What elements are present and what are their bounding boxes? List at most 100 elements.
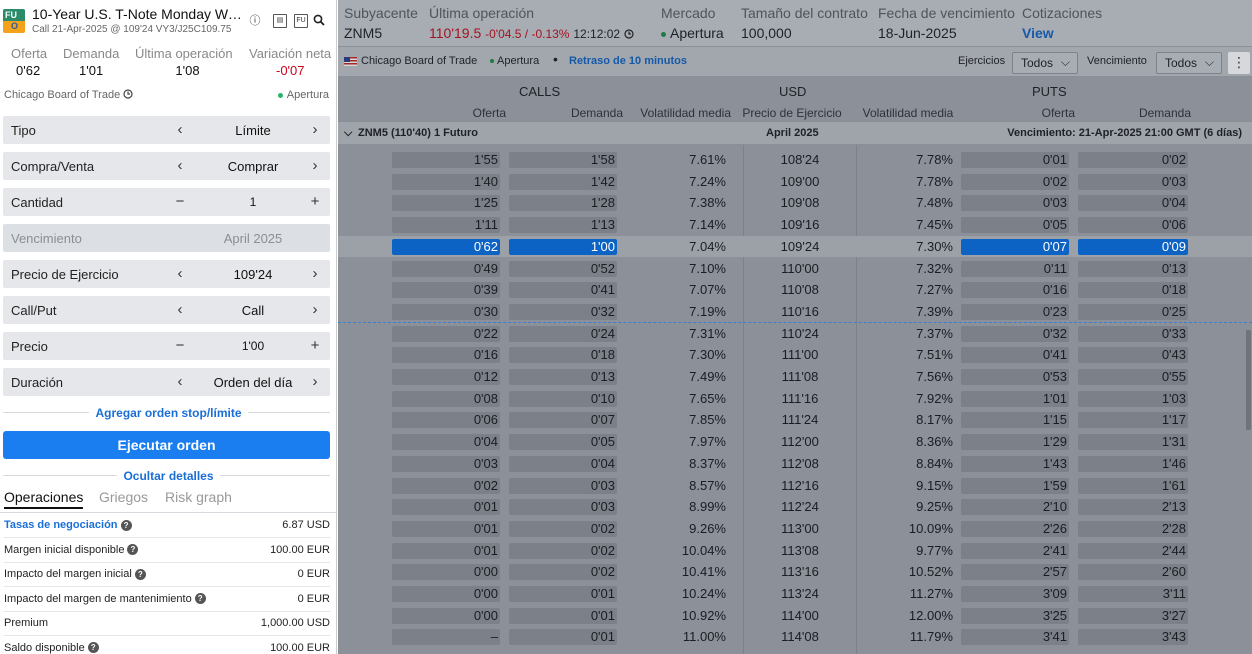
call-bid-cell[interactable]: 0'02 [392, 477, 500, 494]
put-ask-cell[interactable]: 0'55 [1078, 369, 1188, 385]
table-row[interactable]: 0'00 0'02 10.41% 113'16 10.52% 2'57 2'60 [338, 561, 1252, 583]
tab-operaciones[interactable]: Operaciones [4, 489, 84, 509]
plus-icon[interactable]: + [308, 337, 322, 354]
put-bid-cell[interactable]: 0'41 [961, 347, 1069, 364]
call-bid-cell[interactable]: 1'55 [392, 152, 500, 168]
put-ask-cell[interactable]: 0'03 [1078, 173, 1188, 190]
col-puts-bid[interactable]: Oferta [998, 106, 1075, 120]
chevron-left-icon[interactable]: ‹ [173, 121, 187, 138]
call-bid-cell[interactable]: 0'00 [392, 586, 500, 602]
put-ask-cell[interactable]: 2'60 [1078, 564, 1188, 581]
put-ask-cell[interactable]: 0'25 [1078, 303, 1188, 320]
call-bid-cell[interactable]: 0'30 [392, 303, 500, 320]
call-bid-cell[interactable]: 0'22 [392, 325, 500, 342]
put-ask-cell[interactable]: 0'02 [1078, 152, 1188, 168]
price-stepper[interactable]: Precio − 1'00 + [3, 332, 330, 360]
info-icon[interactable]: ⓘ [248, 14, 262, 28]
call-ask-cell[interactable]: 0'10 [509, 390, 617, 407]
call-bid-cell[interactable]: 0'62 [392, 238, 500, 255]
call-ask-cell[interactable]: 1'42 [509, 173, 617, 190]
put-bid-cell[interactable]: 0'05 [961, 217, 1069, 234]
quantity-stepper[interactable]: Cantidad − 1 + [3, 188, 330, 216]
table-row[interactable]: 1'55 1'58 7.61% 108'24 7.78% 0'01 0'02 [338, 149, 1252, 171]
call-ask-cell[interactable]: 1'00 [509, 238, 617, 255]
put-bid-cell[interactable]: 3'09 [961, 586, 1069, 602]
call-ask-cell[interactable]: 0'03 [509, 499, 617, 516]
call-ask-cell[interactable]: 0'04 [509, 455, 617, 472]
table-row[interactable]: 0'39 0'41 7.07% 110'08 7.27% 0'16 0'18 [338, 279, 1252, 301]
call-ask-cell[interactable]: 0'03 [509, 477, 617, 494]
help-icon[interactable]: ? [134, 568, 146, 580]
strike-row[interactable]: Precio de Ejercicio ‹ 109'24 › [3, 260, 330, 288]
put-bid-cell[interactable]: 0'02 [961, 173, 1069, 190]
put-bid-cell[interactable]: 1'43 [961, 455, 1069, 472]
chevron-left-icon[interactable]: ‹ [173, 301, 187, 318]
call-ask-cell[interactable]: 0'02 [509, 520, 617, 537]
chevron-down-icon[interactable]: ⌵ [344, 127, 352, 140]
put-bid-cell[interactable]: 0'11 [961, 260, 1069, 277]
call-put-row[interactable]: Call/Put ‹ Call › [3, 296, 330, 324]
duration-row[interactable]: Duración ‹ Orden del día › [3, 368, 330, 396]
minus-icon[interactable]: − [173, 193, 187, 210]
put-bid-cell[interactable]: 1'59 [961, 477, 1069, 494]
table-row[interactable]: 0'00 0'01 10.92% 114'00 12.00% 3'25 3'27 [338, 605, 1252, 627]
put-bid-cell[interactable]: 2'26 [961, 520, 1069, 537]
put-ask-cell[interactable]: 0'06 [1078, 217, 1188, 234]
col-calls-bid[interactable]: Oferta [428, 106, 506, 120]
put-ask-cell[interactable]: 3'43 [1078, 629, 1188, 646]
add-stop-limit-link[interactable]: Agregar orden stop/límite [0, 406, 336, 420]
call-ask-cell[interactable]: 0'01 [509, 607, 617, 624]
call-bid-cell[interactable]: 0'04 [392, 434, 500, 451]
put-ask-cell[interactable]: 1'31 [1078, 434, 1188, 451]
put-ask-cell[interactable]: 1'46 [1078, 455, 1188, 472]
call-bid-cell[interactable]: 0'06 [392, 412, 500, 429]
chevron-left-icon[interactable]: ‹ [173, 265, 187, 282]
table-row[interactable]: 0'12 0'13 7.49% 111'08 7.56% 0'53 0'55 [338, 366, 1252, 388]
col-calls-ask[interactable]: Demanda [543, 106, 623, 120]
exercises-select[interactable]: Todos ⌵ [1012, 52, 1078, 74]
call-ask-cell[interactable]: 1'13 [509, 217, 617, 234]
call-ask-cell[interactable]: 0'18 [509, 347, 617, 364]
table-row[interactable]: 0'16 0'18 7.30% 111'00 7.51% 0'41 0'43 [338, 344, 1252, 366]
table-row[interactable]: 0'03 0'04 8.37% 112'08 8.84% 1'43 1'46 [338, 453, 1252, 475]
put-bid-cell[interactable]: 0'53 [961, 369, 1069, 385]
col-puts-iv[interactable]: Volatilidad media [858, 106, 958, 120]
minus-icon[interactable]: − [173, 337, 187, 354]
put-bid-cell[interactable]: 2'10 [961, 499, 1069, 516]
call-bid-cell[interactable]: – [392, 629, 500, 646]
put-ask-cell[interactable]: 0'43 [1078, 347, 1188, 364]
help-icon[interactable]: ? [120, 519, 132, 531]
call-bid-cell[interactable]: 0'39 [392, 282, 500, 299]
help-icon[interactable]: ? [87, 642, 99, 654]
fu-icon[interactable]: FU [294, 14, 308, 28]
put-ask-cell[interactable]: 1'17 [1078, 412, 1188, 429]
chart-icon[interactable]: ▤ [273, 14, 287, 28]
table-row[interactable]: 0'04 0'05 7.97% 112'00 8.36% 1'29 1'31 [338, 431, 1252, 453]
put-ask-cell[interactable]: 0'33 [1078, 325, 1188, 342]
expiry-select[interactable]: Todos ⌵ [1156, 52, 1222, 74]
put-bid-cell[interactable]: 1'15 [961, 412, 1069, 429]
plus-icon[interactable]: + [308, 193, 322, 210]
chevron-right-icon[interactable]: › [308, 301, 322, 318]
put-ask-cell[interactable]: 0'13 [1078, 260, 1188, 277]
call-ask-cell[interactable]: 0'07 [509, 412, 617, 429]
put-ask-cell[interactable]: 2'44 [1078, 542, 1188, 559]
table-row[interactable]: 0'30 0'32 7.19% 110'16 7.39% 0'23 0'25 [338, 301, 1252, 323]
put-ask-cell[interactable]: 1'03 [1078, 390, 1188, 407]
call-ask-cell[interactable]: 0'13 [509, 369, 617, 385]
table-row[interactable]: 0'01 0'02 9.26% 113'00 10.09% 2'26 2'28 [338, 518, 1252, 540]
detail-label[interactable]: Tasas de negociación? [4, 519, 132, 531]
chevron-right-icon[interactable]: › [308, 373, 322, 390]
table-row[interactable]: 0'01 0'03 8.99% 112'24 9.25% 2'10 2'13 [338, 496, 1252, 518]
call-bid-cell[interactable]: 0'03 [392, 455, 500, 472]
call-ask-cell[interactable]: 0'05 [509, 434, 617, 451]
put-bid-cell[interactable]: 0'03 [961, 195, 1069, 212]
call-bid-cell[interactable]: 1'40 [392, 173, 500, 190]
tab-risk-graph[interactable]: Risk graph [165, 489, 232, 505]
put-bid-cell[interactable]: 2'41 [961, 542, 1069, 559]
call-bid-cell[interactable]: 1'11 [392, 217, 500, 234]
chevron-left-icon[interactable]: ‹ [173, 373, 187, 390]
call-bid-cell[interactable]: 0'01 [392, 520, 500, 537]
call-ask-cell[interactable]: 0'41 [509, 282, 617, 299]
table-row[interactable]: 0'08 0'10 7.65% 111'16 7.92% 1'01 1'03 [338, 388, 1252, 410]
